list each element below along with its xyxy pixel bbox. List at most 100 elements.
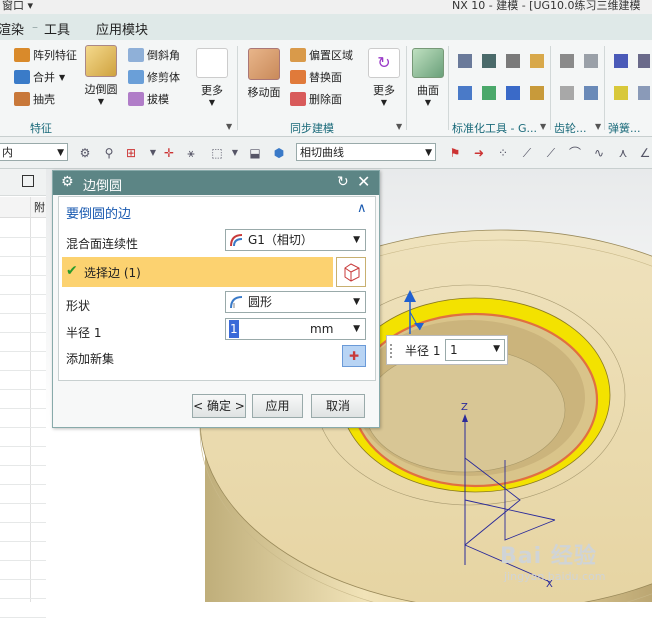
selection-scope-dropdown[interactable]: 内 ▼ [0, 143, 68, 161]
standard-tool-icon[interactable] [458, 86, 472, 100]
navigator-row[interactable] [0, 352, 46, 371]
navigator-row[interactable] [0, 523, 46, 542]
group-expand-icon[interactable]: ▼ [540, 122, 546, 131]
pattern-feature-button[interactable]: 阵列特征 [14, 45, 77, 65]
maximize-icon[interactable] [22, 175, 34, 187]
navigator-row[interactable] [0, 447, 46, 466]
chamfer-button[interactable]: 倒斜角 [128, 45, 180, 65]
navigator-row[interactable] [0, 466, 46, 485]
spring-tool-icon[interactable] [614, 86, 628, 100]
replace-face-button[interactable]: 替换面 [290, 67, 342, 87]
cancel-button[interactable]: 取消 [311, 394, 365, 418]
blend-continuity-dropdown[interactable]: G1（相切） ▼ [225, 229, 366, 251]
unite-button[interactable]: 合并 ▼ [14, 67, 65, 87]
navigator-row[interactable] [0, 504, 46, 523]
point-snap-icon[interactable]: ⊞ [124, 146, 138, 160]
spring-tool-icon[interactable] [638, 54, 650, 68]
dialog-title-bar[interactable]: ⚙ 边倒圆 ↻ ✕ [53, 171, 379, 195]
navigator-row[interactable] [0, 485, 46, 504]
line-snap-icon[interactable]: ⟋ [520, 146, 534, 160]
snap-tool-icon[interactable]: ⚲ [102, 146, 116, 160]
navigator-row[interactable] [0, 428, 46, 447]
navigator-row[interactable] [0, 295, 46, 314]
navigator-row[interactable] [0, 409, 46, 428]
standard-tool-icon[interactable] [458, 54, 472, 68]
select-tool-icon[interactable]: ⚹ [184, 146, 198, 160]
move-face-button[interactable]: 移动面 [245, 48, 283, 100]
delete-face-button[interactable]: 删除面 [290, 89, 342, 109]
standard-tool-icon[interactable] [530, 54, 544, 68]
radius-input[interactable]: 1 mm ▼ [225, 318, 366, 340]
navigator-row[interactable] [0, 371, 46, 390]
navigator-row[interactable] [0, 542, 46, 561]
menu-render[interactable]: 渲染 [0, 19, 24, 38]
offset-region-button[interactable]: 偏置区域 [290, 45, 353, 65]
group-expand-icon[interactable]: ▼ [595, 122, 601, 131]
menu-tools[interactable]: 工具 [44, 19, 70, 38]
gear-tool-icon[interactable] [584, 86, 598, 100]
snap-grid-icon[interactable]: ⁘ [496, 146, 510, 160]
standard-tool-icon[interactable] [506, 86, 520, 100]
navigator-row[interactable] [0, 257, 46, 276]
stop-at-intersection-icon[interactable]: ⚑ [448, 146, 462, 160]
shape-dropdown[interactable]: 圆形 ▼ [225, 291, 366, 313]
navigator-row[interactable] [0, 238, 46, 257]
gear-icon[interactable]: ⚙ [61, 174, 74, 190]
curve-snap-icon[interactable]: ⟋ [544, 146, 558, 160]
close-icon[interactable]: ✕ [357, 172, 370, 191]
gear-tool-icon[interactable] [584, 54, 598, 68]
standard-tool-icon[interactable] [530, 86, 544, 100]
reset-icon[interactable]: ↻ [337, 174, 349, 190]
standard-tool-icon[interactable] [506, 54, 520, 68]
snap-point-icon[interactable]: ⚙ [78, 146, 92, 160]
feature-more-button[interactable]: 更多 ▼ [194, 48, 230, 107]
draft-button[interactable]: 拔模 [128, 89, 169, 109]
standard-tool-icon[interactable] [482, 54, 496, 68]
chevron-down-icon[interactable]: ▼ [228, 146, 242, 160]
menu-app-modules[interactable]: 应用模块 [96, 19, 148, 38]
navigator-row[interactable] [0, 314, 46, 333]
gear-tool-icon[interactable] [560, 86, 574, 100]
navigator-row[interactable] [0, 333, 46, 352]
navigator-row[interactable] [0, 561, 46, 580]
gear-tool-icon[interactable] [560, 54, 574, 68]
standard-tool-icon[interactable] [482, 86, 496, 100]
navigator-row[interactable] [0, 390, 46, 409]
add-new-set-button[interactable]: ✚ [342, 345, 366, 367]
tangent-snap-icon[interactable]: ⋏ [616, 146, 630, 160]
blend-continuity-label: 混合面连续性 [66, 237, 139, 251]
collapse-chevron-icon[interactable]: ∧ [357, 201, 367, 216]
group-expand-icon[interactable]: ▼ [226, 122, 232, 131]
spring-tool-icon[interactable] [638, 86, 650, 100]
arc-snap-icon[interactable]: ⌒ [568, 146, 582, 160]
select-edge-row[interactable]: ✔ 选择边 (1) [62, 257, 333, 287]
rectangle-select-icon[interactable]: ⬚ [210, 146, 224, 160]
group-expand-icon[interactable]: ▼ [396, 122, 402, 131]
shell-button[interactable]: 抽壳 [14, 89, 55, 109]
ok-button[interactable]: < 确定 > [192, 394, 246, 418]
follow-fillet-icon[interactable]: ➜ [472, 146, 486, 160]
navigator-row[interactable] [0, 580, 46, 599]
edge-blend-button[interactable]: 边倒圆 ▼ [83, 45, 119, 106]
curve-rule-dropdown[interactable]: 相切曲线 ▼ [296, 143, 436, 161]
spring-tool-icon[interactable] [614, 54, 628, 68]
radius-float-field[interactable]: 1 ▼ [445, 339, 505, 361]
window-menu[interactable]: 窗口 ▾ [2, 0, 33, 13]
sync-more-button[interactable]: ↻ 更多 ▼ [366, 48, 402, 107]
angle-snap-icon[interactable]: ∠ [638, 146, 652, 160]
spline-snap-icon[interactable]: ∿ [592, 146, 606, 160]
chevron-down-icon[interactable]: ▼ [146, 146, 160, 160]
apply-button[interactable]: 应用 [252, 394, 303, 418]
group-divider [604, 46, 605, 130]
select-edge-button[interactable] [336, 257, 366, 287]
solid-body-icon[interactable]: ⬢ [272, 146, 286, 160]
crosshair-icon[interactable]: ✛ [162, 146, 176, 160]
radius-onscreen-input[interactable]: 半径 1 1 ▼ [386, 335, 508, 365]
navigator-row[interactable] [0, 219, 46, 238]
view-tool-icon[interactable]: ⬓ [248, 146, 262, 160]
surface-button[interactable]: 曲面 ▼ [410, 48, 446, 107]
move-face-icon [248, 48, 280, 80]
navigator-row[interactable] [0, 276, 46, 295]
trim-body-button[interactable]: 修剪体 [128, 67, 180, 87]
drag-grip-icon[interactable] [390, 344, 396, 358]
